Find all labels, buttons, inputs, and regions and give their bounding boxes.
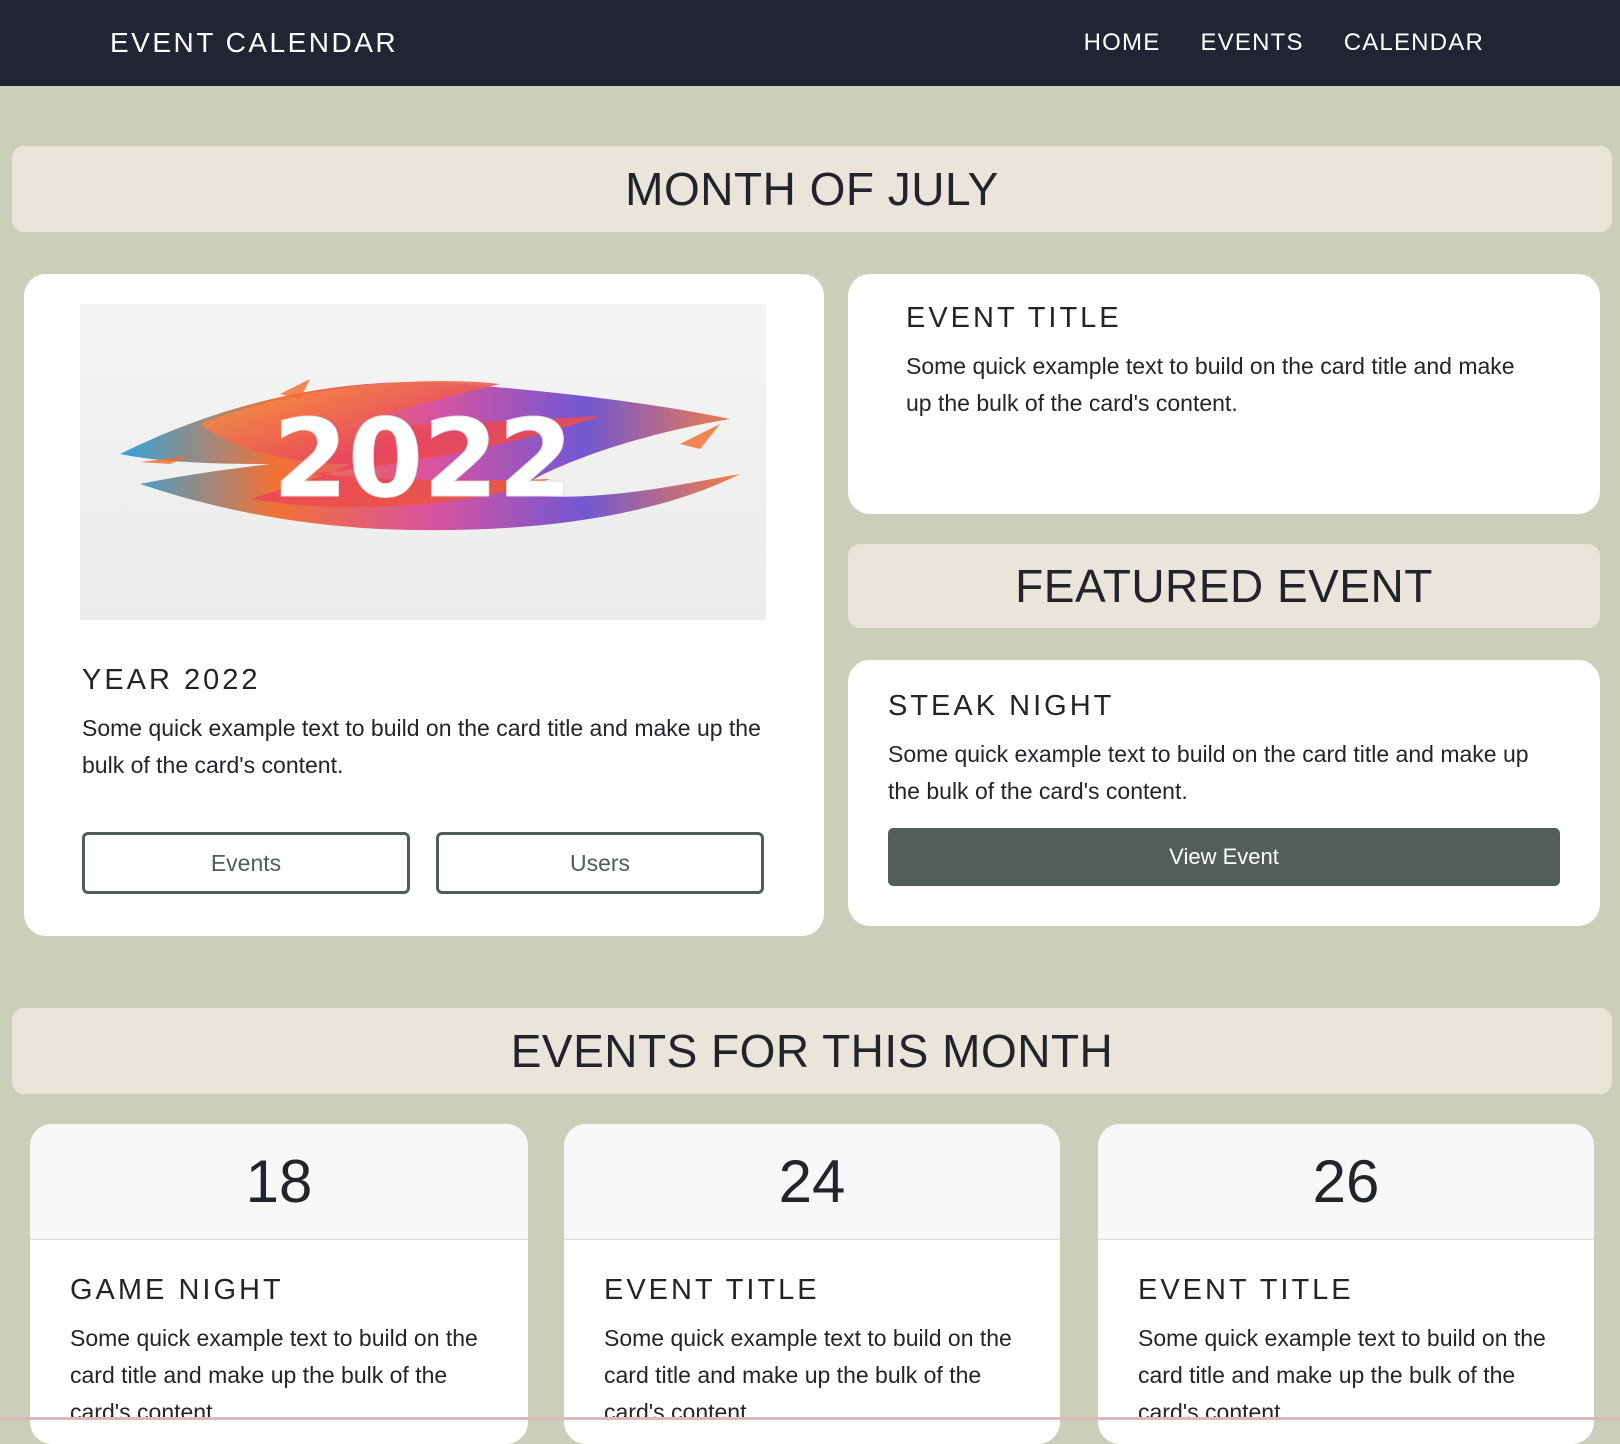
month-event-text: Some quick example text to build on the … — [70, 1325, 478, 1425]
card-date-header: 18 — [30, 1124, 528, 1240]
featured-banner: FEATURED EVENT — [848, 544, 1600, 628]
featured-card-title: STEAK NIGHT — [888, 690, 1115, 722]
events-month-heading: EVENTS FOR THIS MONTH — [510, 1025, 1114, 1077]
month-event-card: 18 GAME NIGHT Some quick example text to… — [30, 1124, 528, 1444]
view-event-button[interactable]: View Event — [888, 828, 1560, 886]
nav-calendar-link[interactable]: CALENDAR — [1344, 29, 1484, 57]
events-month-banner: EVENTS FOR THIS MONTH — [12, 1008, 1612, 1094]
users-button[interactable]: Users — [436, 832, 764, 894]
month-event-card: 26 EVENT TITLE Some quick example text t… — [1098, 1124, 1594, 1444]
day-number: 18 — [245, 1148, 313, 1215]
nav-links: HOME EVENTS CALENDAR — [1084, 29, 1484, 57]
event-card-text: Some quick example text to build on the … — [906, 353, 1515, 416]
month-event-text: Some quick example text to build on the … — [1138, 1325, 1546, 1425]
month-event-text: Some quick example text to build on the … — [604, 1325, 1012, 1425]
hero-card-text: Some quick example text to build on the … — [82, 715, 761, 778]
featured-heading: FEATURED EVENT — [1015, 560, 1433, 612]
featured-card: STEAK NIGHT Some quick example text to b… — [848, 660, 1600, 926]
month-event-card: 24 EVENT TITLE Some quick example text t… — [564, 1124, 1060, 1444]
day-number: 26 — [1312, 1148, 1380, 1215]
navbar: EVENT CALENDAR HOME EVENTS CALENDAR — [0, 0, 1620, 86]
month-event-title: GAME NIGHT — [70, 1274, 284, 1306]
card-date-header: 26 — [1098, 1124, 1594, 1240]
event-card-title: EVENT TITLE — [906, 302, 1122, 334]
event-card: EVENT TITLE Some quick example text to b… — [848, 274, 1600, 514]
events-button[interactable]: Events — [82, 832, 410, 894]
hero-image: 2022 — [80, 304, 766, 620]
card-date-header: 24 — [564, 1124, 1060, 1240]
month-event-title: EVENT TITLE — [1138, 1274, 1354, 1306]
month-banner: MONTH OF JULY — [12, 146, 1612, 232]
brand-link[interactable]: EVENT CALENDAR — [110, 27, 398, 59]
brush-stroke-illustration: 2022 — [120, 379, 740, 531]
day-number: 24 — [778, 1148, 846, 1215]
hero-card: 2022 YEAR 2022 Some quick example text t… — [24, 274, 824, 936]
year-image-text: 2022 — [273, 397, 574, 522]
month-event-title: EVENT TITLE — [604, 1274, 820, 1306]
featured-card-text: Some quick example text to build on the … — [888, 741, 1529, 804]
hero-card-title: YEAR 2022 — [82, 664, 261, 696]
month-heading: MONTH OF JULY — [625, 163, 999, 215]
nav-home-link[interactable]: HOME — [1084, 29, 1161, 57]
nav-events-link[interactable]: EVENTS — [1200, 29, 1303, 57]
